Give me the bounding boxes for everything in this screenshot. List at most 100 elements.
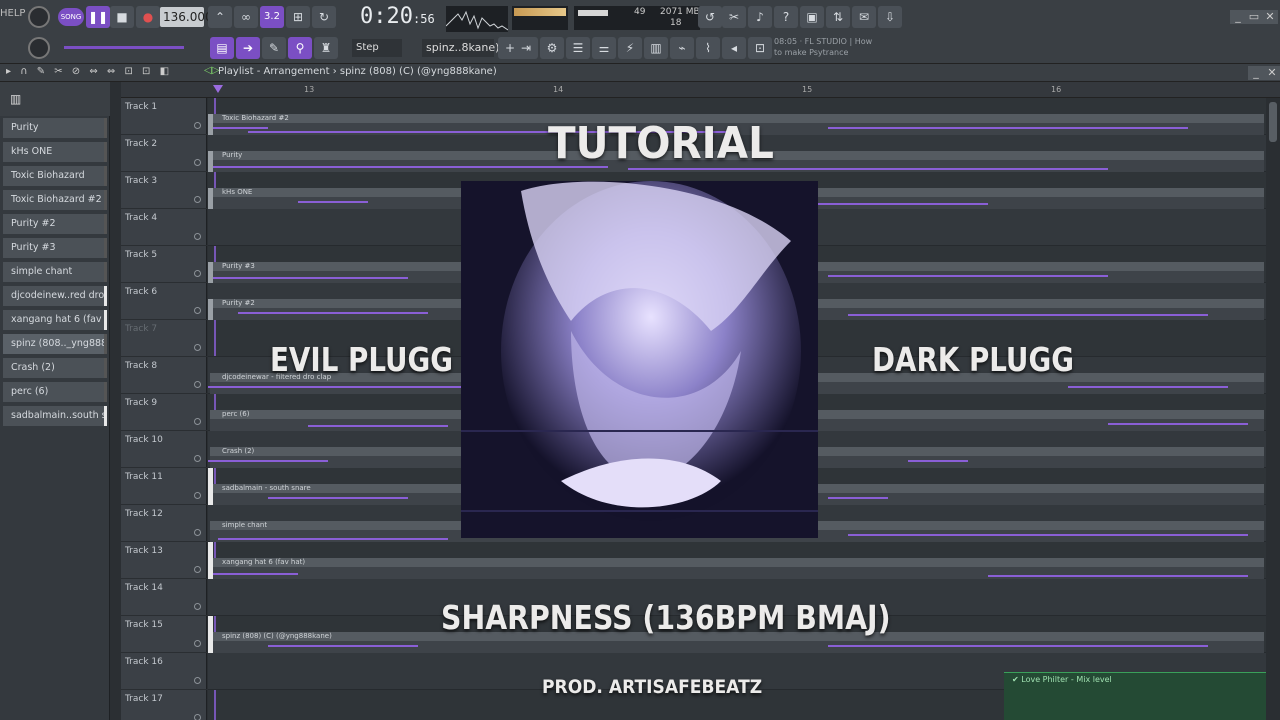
track-mute-indicator[interactable]: [194, 640, 201, 647]
playhead-marker[interactable]: [213, 85, 223, 93]
track-header[interactable]: Track 9: [121, 394, 207, 431]
playlist-icon[interactable]: ▤: [210, 37, 234, 59]
track-header[interactable]: Track 14: [121, 579, 207, 616]
track-mute-indicator[interactable]: [194, 122, 201, 129]
track-header[interactable]: Track 16: [121, 653, 207, 690]
master-pitch-slider[interactable]: [64, 46, 184, 49]
track-mute-indicator[interactable]: [194, 307, 201, 314]
pause-button[interactable]: ❚❚: [86, 6, 110, 28]
mixer-icon[interactable]: ⚙: [540, 37, 564, 59]
faders-icon[interactable]: ⚌: [592, 37, 616, 59]
channel-item[interactable]: Purity #2: [3, 214, 107, 234]
close-icon[interactable]: ✕: [1262, 10, 1278, 24]
channel-item[interactable]: xangang hat 6 (fav hat): [3, 310, 107, 330]
channel-item[interactable]: Crash (2): [3, 358, 107, 378]
track-header[interactable]: Track 7: [121, 320, 207, 357]
track-mute-indicator[interactable]: [194, 196, 201, 203]
stamp-icon[interactable]: ♜: [314, 37, 338, 59]
step-edit-icon[interactable]: ⊞: [286, 6, 310, 28]
track-mute-indicator[interactable]: [194, 455, 201, 462]
track-mute-indicator[interactable]: [194, 233, 201, 240]
save-icon[interactable]: ▣: [800, 6, 824, 28]
track-mute-indicator[interactable]: [194, 344, 201, 351]
track-header[interactable]: Track 8: [121, 357, 207, 394]
track-header[interactable]: Track 6: [121, 283, 207, 320]
track-mute-indicator[interactable]: [194, 418, 201, 425]
track-header[interactable]: Track 3: [121, 172, 207, 209]
playlist-tools[interactable]: ▸ ∩ ✎ ✂ ⊘ ⇔ ⇔ ⊡ ⊡ ◧: [6, 66, 172, 77]
track-mute-indicator[interactable]: [194, 529, 201, 536]
track-mute-indicator[interactable]: [194, 714, 201, 720]
playlist-close-icon[interactable]: ✕: [1264, 66, 1280, 80]
record-button[interactable]: ●: [136, 6, 160, 28]
plug-icon[interactable]: ⌁: [670, 37, 694, 59]
piano-roll-icon[interactable]: ➔: [236, 37, 260, 59]
track-header[interactable]: Track 4: [121, 209, 207, 246]
channel-rack-icon[interactable]: ☰: [566, 37, 590, 59]
track-header[interactable]: Track 11: [121, 468, 207, 505]
track-mute-indicator[interactable]: [194, 603, 201, 610]
cart-icon[interactable]: ⊡: [748, 37, 772, 59]
undo-icon[interactable]: ↺: [698, 6, 722, 28]
cut-icon[interactable]: ✂: [722, 6, 746, 28]
channel-item[interactable]: Toxic Biohazard #2: [3, 190, 107, 210]
maximize-icon[interactable]: ▭: [1246, 10, 1262, 24]
track-mute-indicator[interactable]: [194, 270, 201, 277]
stop-button[interactable]: ■: [110, 6, 134, 28]
track-header[interactable]: Track 15: [121, 616, 207, 653]
channel-item[interactable]: Purity #3: [3, 238, 107, 258]
tempo-display[interactable]: 136.000: [160, 7, 213, 27]
channel-item[interactable]: simple chant: [3, 262, 107, 282]
channel-item[interactable]: Toxic Biohazard: [3, 166, 107, 186]
track-lane[interactable]: xangang hat 6 (fav hat): [208, 542, 1266, 579]
metronome-icon[interactable]: ⌃: [208, 6, 232, 28]
master-pitch-knob[interactable]: [28, 37, 50, 59]
automation-clip[interactable]: ✔ Love Philter - Mix level: [1004, 672, 1266, 720]
speaker-icon[interactable]: ◂: [722, 37, 746, 59]
song-time-display[interactable]: 0:20:56: [360, 4, 435, 29]
timeline-ruler[interactable]: 13 14 15 16: [121, 82, 1280, 98]
help-icon[interactable]: ?: [774, 6, 798, 28]
channel-item[interactable]: Purity: [3, 118, 107, 138]
export-icon[interactable]: ⇅: [826, 6, 850, 28]
playlist-minimize-icon[interactable]: _: [1248, 66, 1264, 80]
wait-for-input-icon[interactable]: ∞: [234, 6, 258, 28]
track-header[interactable]: Track 12: [121, 505, 207, 542]
track-header[interactable]: Track 17: [121, 690, 207, 720]
plugin-icon[interactable]: ⚡: [618, 37, 642, 59]
vertical-scrollbar[interactable]: [1266, 98, 1280, 720]
loop-record-icon[interactable]: ↻: [312, 6, 336, 28]
track-header[interactable]: Track 2: [121, 135, 207, 172]
track-mute-indicator[interactable]: [194, 566, 201, 573]
tuner-icon[interactable]: ⌇: [696, 37, 720, 59]
download-icon[interactable]: ⇩: [878, 6, 902, 28]
arrangement-icon[interactable]: ⇥: [514, 37, 538, 59]
track-mute-indicator[interactable]: [194, 381, 201, 388]
channel-item[interactable]: kHs ONE: [3, 142, 107, 162]
snap-selector[interactable]: Step: [352, 39, 402, 57]
channel-item[interactable]: perc (6): [3, 382, 107, 402]
track-header[interactable]: Track 5: [121, 246, 207, 283]
news-ticker[interactable]: 08:05 · FL STUDIO | How to make Psytrance: [774, 36, 884, 58]
countdown-button[interactable]: 3.2: [260, 6, 284, 28]
master-volume-knob[interactable]: [28, 6, 50, 28]
link-icon[interactable]: ⚲: [288, 37, 312, 59]
song-mode-toggle[interactable]: SONG: [58, 8, 84, 26]
track-header[interactable]: Track 13: [121, 542, 207, 579]
help-menu[interactable]: HELP: [0, 8, 25, 19]
chat-icon[interactable]: ✉: [852, 6, 876, 28]
track-mute-indicator[interactable]: [194, 159, 201, 166]
minimize-icon[interactable]: _: [1230, 10, 1246, 24]
brush-icon[interactable]: ✎: [262, 37, 286, 59]
track-header[interactable]: Track 1: [121, 98, 207, 135]
track-mute-indicator[interactable]: [194, 677, 201, 684]
folder-icon[interactable]: ▥: [644, 37, 668, 59]
piano-icon[interactable]: ▥: [10, 92, 21, 106]
channel-item[interactable]: sadbalmain..south snare: [3, 406, 107, 426]
track-mute-indicator[interactable]: [194, 492, 201, 499]
channel-item[interactable]: djcodeinew..red dro clap: [3, 286, 107, 306]
microphone-icon[interactable]: ♪: [748, 6, 772, 28]
channel-item[interactable]: spinz (808.._yng888kane): [3, 334, 107, 354]
pattern-selector[interactable]: spinz..8kane): [422, 39, 499, 57]
track-header[interactable]: Track 10: [121, 431, 207, 468]
